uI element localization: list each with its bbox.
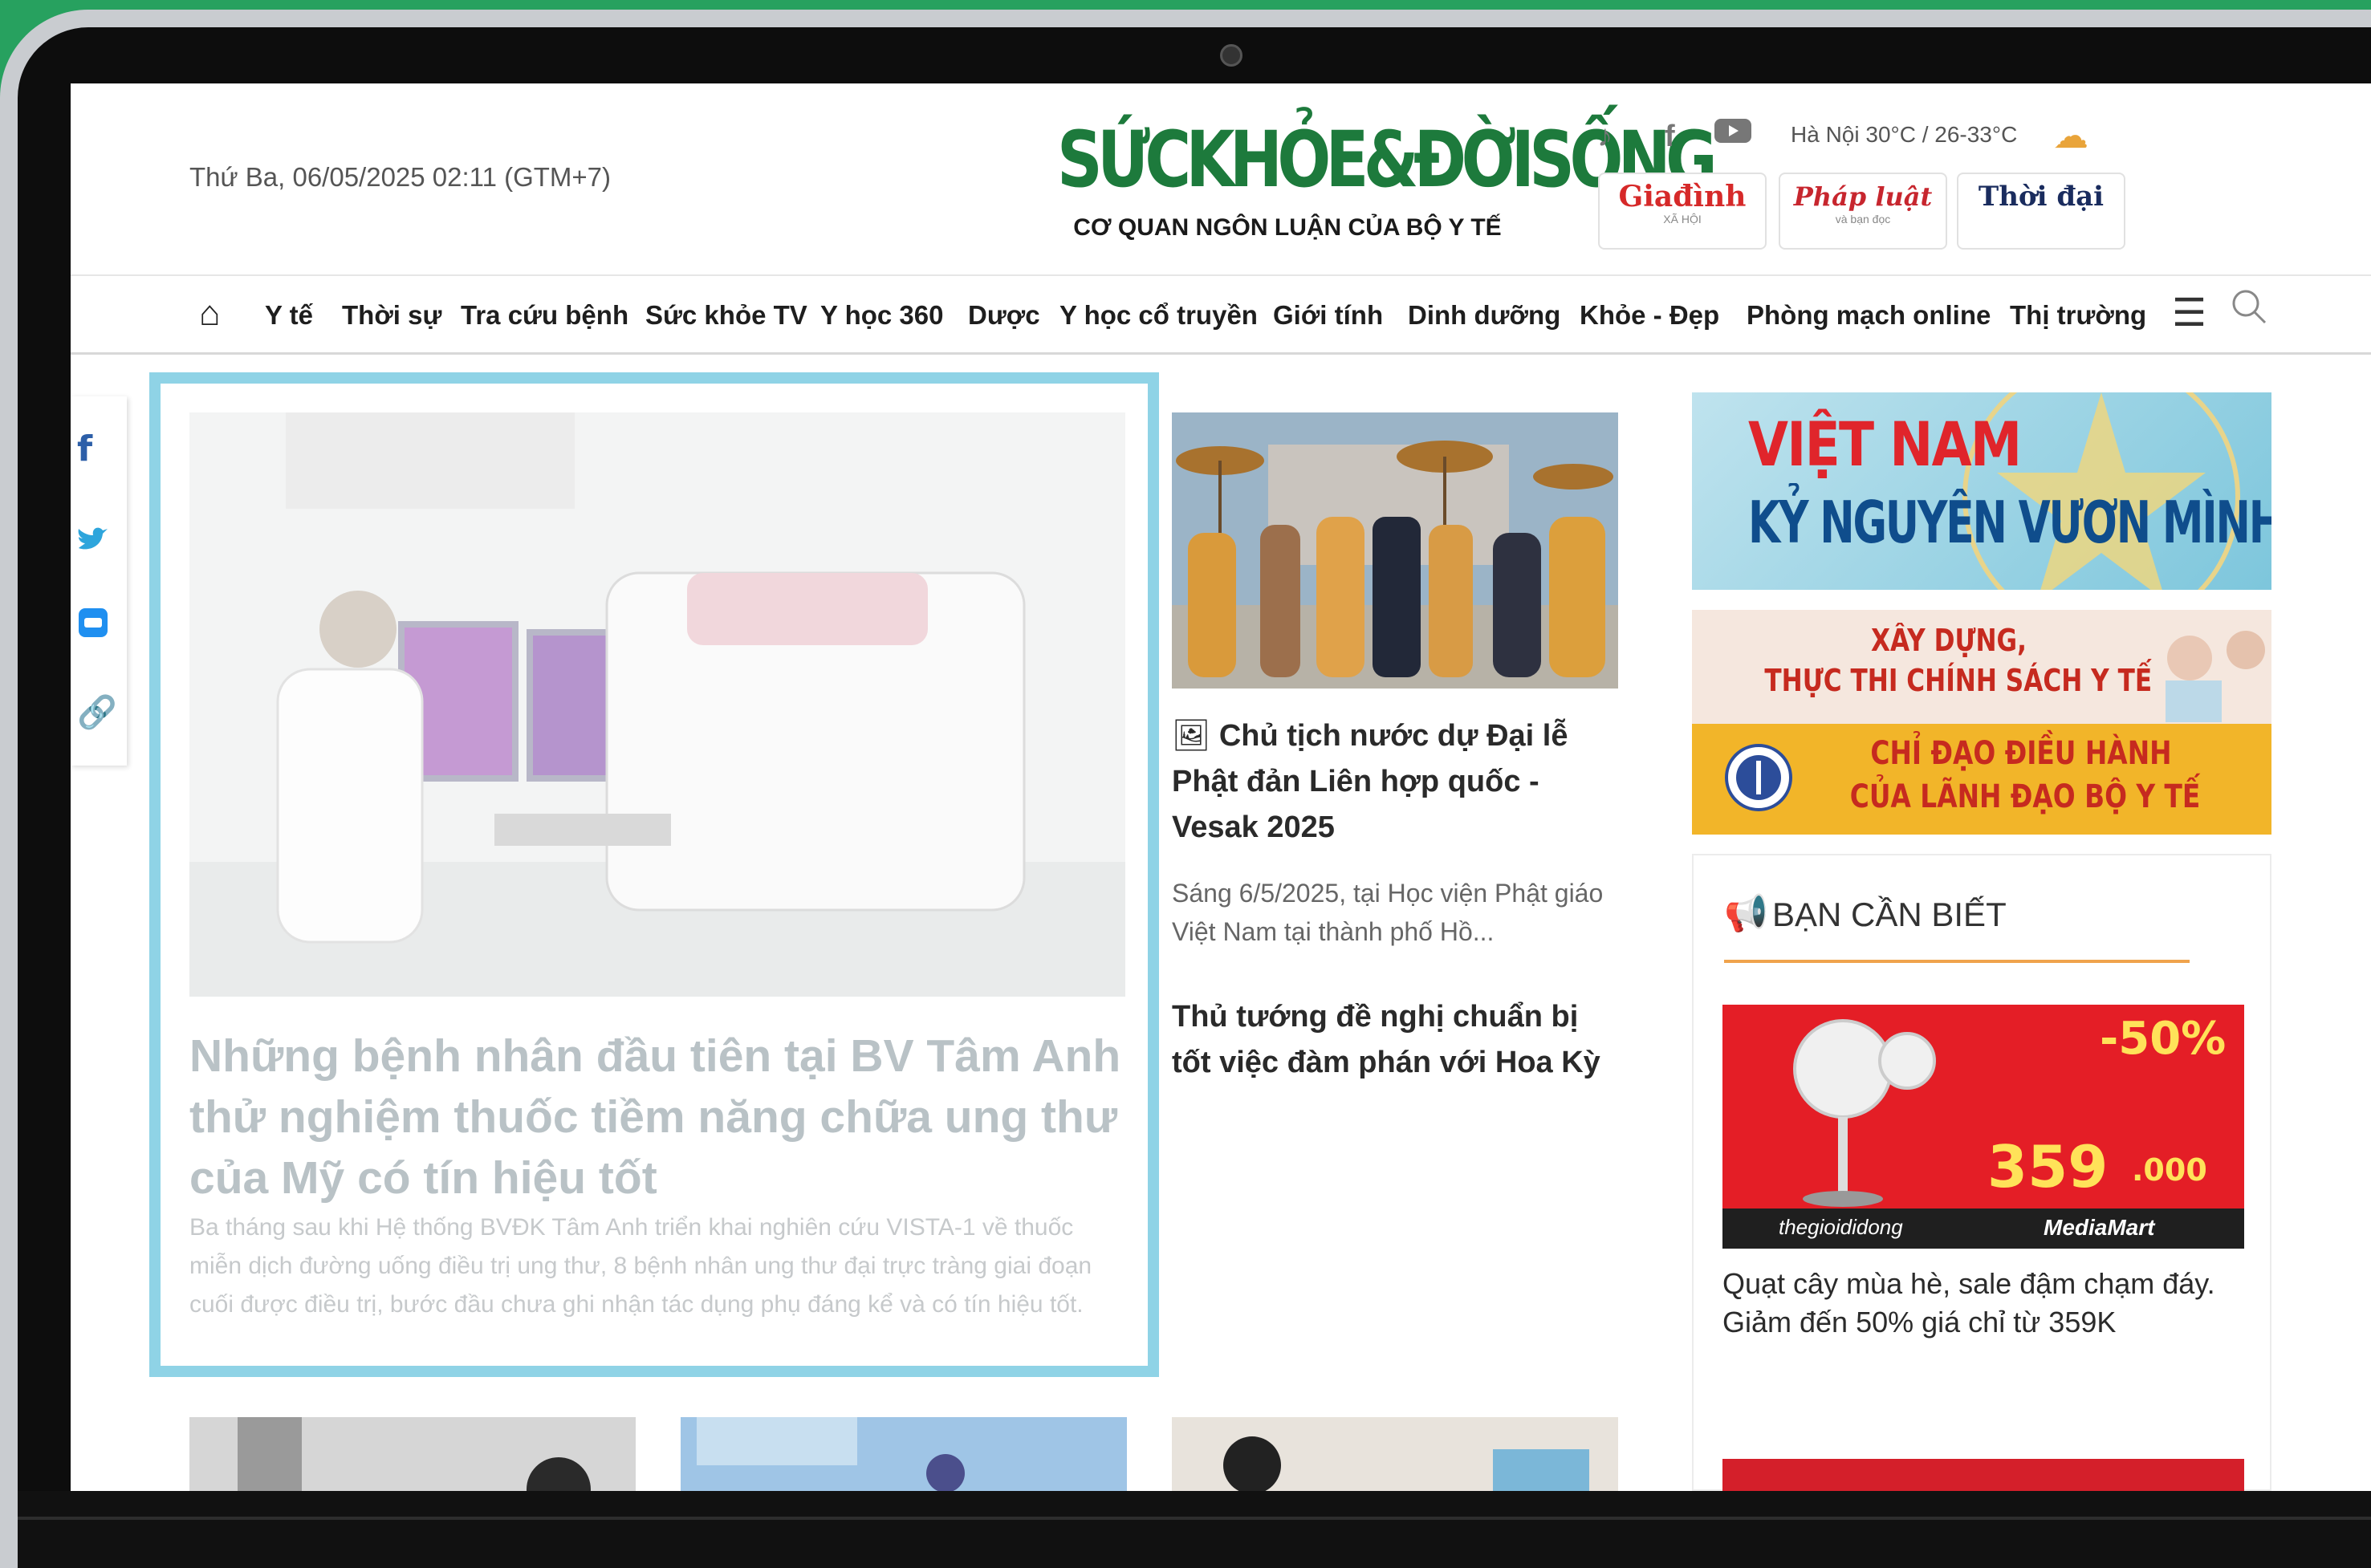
ad-price-unit: .000 bbox=[2132, 1152, 2207, 1188]
banner2-line1: XÂY DỰNG, bbox=[1871, 623, 2027, 658]
nav-item-tracuubenh[interactable]: Tra cứu bệnh bbox=[461, 300, 628, 331]
banner2-line2: THỰC THI CHÍNH SÁCH Y TẾ bbox=[1764, 663, 2153, 698]
main-nav: ⌂ Y tế Thời sự Tra cứu bệnh Sức khỏe TV … bbox=[71, 274, 2371, 355]
partner-name: Giađình bbox=[1618, 180, 1747, 213]
partner-sub: và bạn đọc bbox=[1835, 213, 1891, 225]
nav-item-yte[interactable]: Y tế bbox=[265, 300, 313, 331]
vesak-article-image[interactable] bbox=[1172, 412, 1618, 689]
browser-screen: Thứ Ba, 06/05/2025 02:11 (GTM+7) SỨCKHỎE… bbox=[71, 83, 2371, 1491]
home-icon[interactable]: ⌂ bbox=[199, 294, 221, 334]
partner-name: Thời đại bbox=[1978, 181, 2105, 213]
share-bar: f 🔗 bbox=[71, 396, 127, 766]
current-date: Thứ Ba, 06/05/2025 02:11 (GTM+7) bbox=[189, 162, 612, 192]
trade-article-title[interactable]: Thủ tướng đề nghị chuẩn bị tốt việc đàm … bbox=[1172, 994, 1618, 1086]
tiktok-icon[interactable]: ♪ bbox=[1597, 120, 1613, 154]
partner-sub: XÃ HỘI bbox=[1663, 213, 1702, 225]
fan-sale-ad[interactable]: -50% 359 .000 thegioididong MediaMart bbox=[1722, 1005, 2244, 1249]
vesak-article-title[interactable]: 🖼 Chủ tịch nước dự Đại lễ Phật đản Liên … bbox=[1172, 713, 1618, 851]
ad-brand-1: thegioididong bbox=[1779, 1215, 1903, 1239]
section-underline bbox=[1724, 960, 2190, 963]
banner-line1: VIỆT NAM bbox=[1748, 408, 2022, 480]
search-icon[interactable] bbox=[2230, 287, 2268, 326]
featured-summary: Ba tháng sau khi Hệ thống BVĐK Tâm Anh t… bbox=[189, 1214, 1092, 1318]
partner-phapluat[interactable]: Pháp luật và bạn đọc bbox=[1779, 173, 1947, 250]
twitter-share-icon[interactable] bbox=[77, 522, 109, 562]
health-policy-banner[interactable]: XÂY DỰNG, THỰC THI CHÍNH SÁCH Y TẾ CHỈ Đ… bbox=[1692, 610, 2271, 835]
laptop-chin bbox=[18, 1491, 2371, 1568]
megaphone-icon: 📢 bbox=[1724, 894, 1768, 933]
nav-item-suckhoetv[interactable]: Sức khỏe TV bbox=[645, 300, 807, 331]
partner-name: Pháp luật bbox=[1793, 181, 1933, 212]
next-ad-thumbnail[interactable] bbox=[1722, 1459, 2244, 1491]
site-tagline: CƠ QUAN NGÔN LUẬN CỦA BỘ Y TẾ bbox=[1073, 214, 1502, 241]
featured-image[interactable] bbox=[189, 412, 1125, 997]
facebook-share-icon[interactable]: f bbox=[77, 429, 92, 469]
webcam bbox=[1220, 44, 1242, 67]
nav-item-thitruong[interactable]: Thị trường bbox=[2010, 300, 2146, 331]
partner-giadinh-xahoi[interactable]: Giađình XÃ HỘI bbox=[1598, 173, 1767, 250]
ad-discount: -50% bbox=[2100, 1013, 2227, 1065]
bottom-article-thumbnail[interactable] bbox=[1172, 1417, 1618, 1491]
nav-item-khoedep[interactable]: Khỏe - Đẹp bbox=[1580, 300, 1719, 331]
ad-brand-bar: thegioididong MediaMart bbox=[1722, 1208, 2244, 1249]
banner-top: XÂY DỰNG, THỰC THI CHÍNH SÁCH Y TẾ bbox=[1692, 610, 2271, 724]
nav-item-phongmachonline[interactable]: Phòng mạch online bbox=[1747, 300, 1991, 331]
banner2-line3: CHỈ ĐẠO ĐIỀU HÀNH bbox=[1870, 735, 2172, 772]
banner-line2: KỶ NGUYÊN VƯƠN MÌNH bbox=[1748, 489, 2271, 556]
copy-link-icon[interactable]: 🔗 bbox=[77, 693, 117, 731]
vietnam-era-banner[interactable]: VIỆT NAM KỶ NGUYÊN VƯƠN MÌNH bbox=[1692, 392, 2271, 590]
youtube-icon[interactable] bbox=[1714, 117, 1751, 152]
nav-item-gioitinh[interactable]: Giới tính bbox=[1273, 300, 1383, 331]
partner-thoidai[interactable]: Thời đại bbox=[1957, 173, 2125, 250]
nav-item-dinhduong[interactable]: Dinh dưỡng bbox=[1408, 300, 1560, 331]
bottom-article-thumbnail[interactable] bbox=[681, 1417, 1127, 1491]
nav-item-duoc[interactable]: Dược bbox=[968, 300, 1040, 331]
featured-title[interactable]: Những bệnh nhân đầu tiên tại BV Tâm Anh … bbox=[189, 1026, 1129, 1208]
banner2-line4: CỦA LÃNH ĐẠO BỘ Y TẾ bbox=[1849, 778, 2201, 815]
vesak-article-summary: Sáng 6/5/2025, tại Học viện Phật giáo Vi… bbox=[1172, 879, 1604, 946]
ad-brand-2: MediaMart bbox=[2044, 1215, 2155, 1240]
photo-icon: 🖼 bbox=[1172, 719, 1219, 753]
section-title: BẠN CẦN BIẾT bbox=[1772, 896, 2007, 933]
bottom-article-thumbnail[interactable] bbox=[189, 1417, 636, 1491]
banner-bottom: CHỈ ĐẠO ĐIỀU HÀNH CỦA LÃNH ĐẠO BỘ Y TẾ bbox=[1692, 724, 2271, 835]
weather-cloud-sun-icon: ☁ bbox=[2053, 116, 2088, 156]
ministry-emblem-icon bbox=[1725, 744, 1792, 811]
hamburger-menu-icon[interactable]: ☰ bbox=[2172, 290, 2206, 335]
facebook-icon[interactable]: f bbox=[1665, 120, 1675, 154]
weather-info: Hà Nội 30°C / 26-33°C bbox=[1791, 122, 2018, 147]
nav-item-yhoccotruyen[interactable]: Y học cổ truyền bbox=[1059, 300, 1258, 331]
nav-item-thoisu[interactable]: Thời sự bbox=[342, 300, 441, 331]
ad-price: 359 bbox=[1987, 1133, 2109, 1200]
nav-item-yhoc360[interactable]: Y học 360 bbox=[820, 300, 943, 331]
fan-image bbox=[1793, 1019, 1936, 1207]
laptop-hinge-line bbox=[18, 1517, 2371, 1520]
need-to-know-section: 📢 BẠN CẦN BIẾT -50% 359 .000 thegioidido… bbox=[1692, 854, 2271, 1491]
featured-article[interactable]: Những bệnh nhân đầu tiên tại BV Tâm Anh … bbox=[149, 372, 1159, 1377]
site-logo[interactable]: SỨCKHỎE&ĐỜISỐNG bbox=[1057, 120, 1718, 200]
ad-caption[interactable]: Quạt cây mùa hè, sale đậm chạm đáy. Giảm… bbox=[1722, 1265, 2244, 1342]
vesak-title-text[interactable]: Chủ tịch nước dự Đại lễ Phật đản Liên hợ… bbox=[1172, 719, 1568, 844]
zalo-share-icon[interactable] bbox=[77, 607, 109, 648]
